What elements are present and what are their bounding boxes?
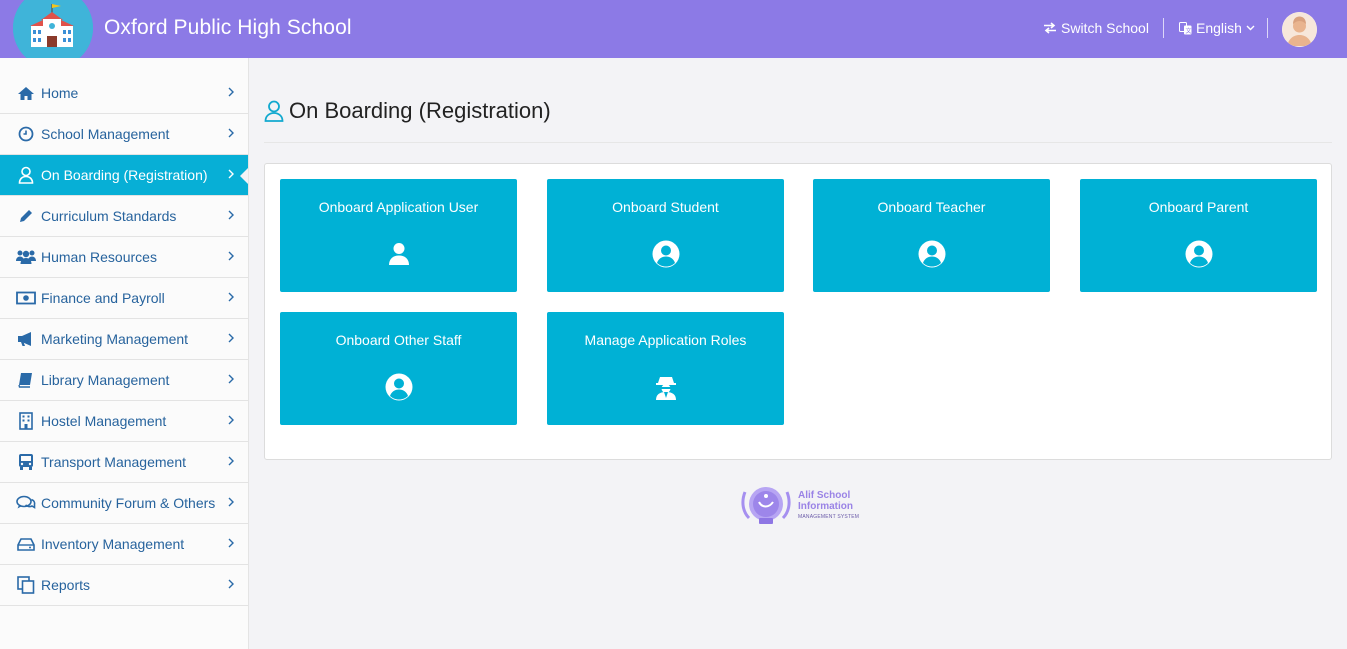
comments-icon — [16, 494, 36, 512]
sidebar-item-finance-payroll[interactable]: Finance and Payroll — [0, 278, 248, 319]
sidebar-item-curriculum-standards[interactable]: Curriculum Standards — [0, 196, 248, 237]
sidebar-item-on-boarding[interactable]: On Boarding (Registration) — [0, 155, 248, 196]
chevron-right-icon — [228, 292, 234, 302]
sidebar-item-transport-management[interactable]: Transport Management — [0, 442, 248, 483]
hdd-icon — [16, 535, 36, 553]
sidebar-item-community-forum[interactable]: Community Forum & Others — [0, 483, 248, 524]
clock-icon — [16, 125, 36, 143]
chevron-down-icon — [1246, 25, 1255, 31]
sidebar-item-reports[interactable]: Reports — [0, 565, 248, 606]
chevron-right-icon — [228, 169, 234, 179]
sidebar-item-label: School Management — [41, 126, 170, 142]
app-title: Oxford Public High School — [104, 16, 352, 39]
chevron-right-icon — [228, 538, 234, 548]
tile-label: Onboard Application User — [318, 199, 479, 215]
tile-label: Onboard Student — [612, 199, 719, 215]
user-icon — [384, 239, 414, 269]
tile-label: Manage Application Roles — [584, 332, 747, 348]
tile-onboard-student[interactable]: Onboard Student — [547, 179, 784, 292]
sidebar-item-home[interactable]: Home — [0, 73, 248, 114]
language-label: English — [1196, 20, 1242, 36]
chevron-right-icon — [228, 251, 234, 261]
chevron-right-icon — [228, 374, 234, 384]
page-title-text: On Boarding (Registration) — [289, 98, 551, 123]
bus-icon — [16, 453, 36, 471]
sidebar-item-human-resources[interactable]: Human Resources — [0, 237, 248, 278]
sidebar-item-hostel-management[interactable]: Hostel Management — [0, 401, 248, 442]
building-icon — [16, 412, 36, 430]
laurel-emblem-icon — [741, 487, 791, 524]
copy-icon — [16, 576, 36, 594]
sidebar-item-label: Hostel Management — [41, 413, 167, 429]
sidebar-item-label: Inventory Management — [41, 536, 185, 552]
bullhorn-icon — [16, 330, 36, 348]
user-outline-icon — [16, 166, 36, 184]
chevron-right-icon — [228, 456, 234, 466]
switch-school-label: Switch School — [1061, 20, 1149, 36]
sidebar-item-school-management[interactable]: School Management — [0, 114, 248, 155]
tile-label: Onboard Teacher — [877, 199, 986, 215]
sidebar-item-library-management[interactable]: Library Management — [0, 360, 248, 401]
tile-onboard-application-user[interactable]: Onboard Application User — [280, 179, 517, 292]
user-circle-icon — [1184, 239, 1214, 269]
home-icon — [16, 84, 36, 102]
book-icon — [16, 371, 36, 389]
sidebar-item-label: Community Forum & Others — [41, 495, 216, 511]
chevron-right-icon — [228, 210, 234, 220]
user-circle-icon — [384, 372, 414, 402]
tile-onboard-teacher[interactable]: Onboard Teacher — [813, 179, 1050, 292]
top-header: Oxford Public High School Switch School … — [0, 0, 1347, 68]
exchange-icon — [1044, 22, 1056, 34]
footer-brand: Alif School Information MANAGEMENT SYSTE… — [798, 490, 859, 523]
active-indicator — [240, 168, 248, 184]
sidebar-item-label: Library Management — [41, 372, 170, 388]
user-circle-icon — [917, 239, 947, 269]
user-secret-icon — [651, 372, 681, 402]
users-icon — [16, 248, 36, 266]
sidebar-item-inventory-management[interactable]: Inventory Management — [0, 524, 248, 565]
sidebar-item-label: On Boarding (Registration) — [41, 167, 208, 183]
pencil-icon — [16, 207, 36, 225]
chevron-right-icon — [228, 128, 234, 138]
money-icon — [16, 289, 36, 307]
sidebar-item-label: Marketing Management — [41, 331, 189, 347]
sidebar-item-marketing-management[interactable]: Marketing Management — [0, 319, 248, 360]
avatar-image — [1282, 12, 1317, 47]
footer-brand-line: Alif School — [798, 490, 851, 501]
sidebar: Home School Management On Boarding (Regi… — [0, 58, 249, 649]
footer-brand-line: Information — [798, 501, 853, 512]
chevron-right-icon — [228, 579, 234, 589]
chevron-right-icon — [228, 87, 234, 97]
sidebar-item-label: Curriculum Standards — [41, 208, 177, 224]
page-title: On Boarding (Registration) — [264, 98, 551, 124]
user-avatar[interactable] — [1282, 12, 1317, 47]
sidebar-item-label: Transport Management — [41, 454, 186, 470]
title-divider — [264, 142, 1332, 143]
language-dropdown[interactable]: 文 English — [1179, 20, 1255, 36]
user-outline-icon — [264, 100, 284, 122]
tile-manage-application-roles[interactable]: Manage Application Roles — [547, 312, 784, 425]
chevron-right-icon — [228, 333, 234, 343]
onboarding-panel: Onboard Application User Onboard Student… — [264, 163, 1332, 460]
language-icon: 文 — [1179, 21, 1192, 35]
user-circle-icon — [651, 239, 681, 269]
tile-label: Onboard Parent — [1148, 199, 1249, 215]
header-divider — [1267, 18, 1268, 38]
svg-text:文: 文 — [1186, 27, 1192, 35]
footer-brand-subline: MANAGEMENT SYSTEM — [798, 514, 860, 520]
sidebar-item-label: Home — [41, 85, 79, 101]
sidebar-menu: Home School Management On Boarding (Regi… — [0, 73, 248, 606]
header-divider — [1163, 18, 1164, 38]
chevron-right-icon — [228, 497, 234, 507]
tile-onboard-other-staff[interactable]: Onboard Other Staff — [280, 312, 517, 425]
chevron-right-icon — [228, 415, 234, 425]
switch-school-button[interactable]: Switch School — [1043, 20, 1149, 36]
tile-onboard-parent[interactable]: Onboard Parent — [1080, 179, 1317, 292]
sidebar-item-label: Reports — [41, 577, 91, 593]
tile-label: Onboard Other Staff — [335, 332, 462, 348]
sidebar-item-label: Human Resources — [41, 249, 157, 265]
sidebar-item-label: Finance and Payroll — [41, 290, 165, 306]
